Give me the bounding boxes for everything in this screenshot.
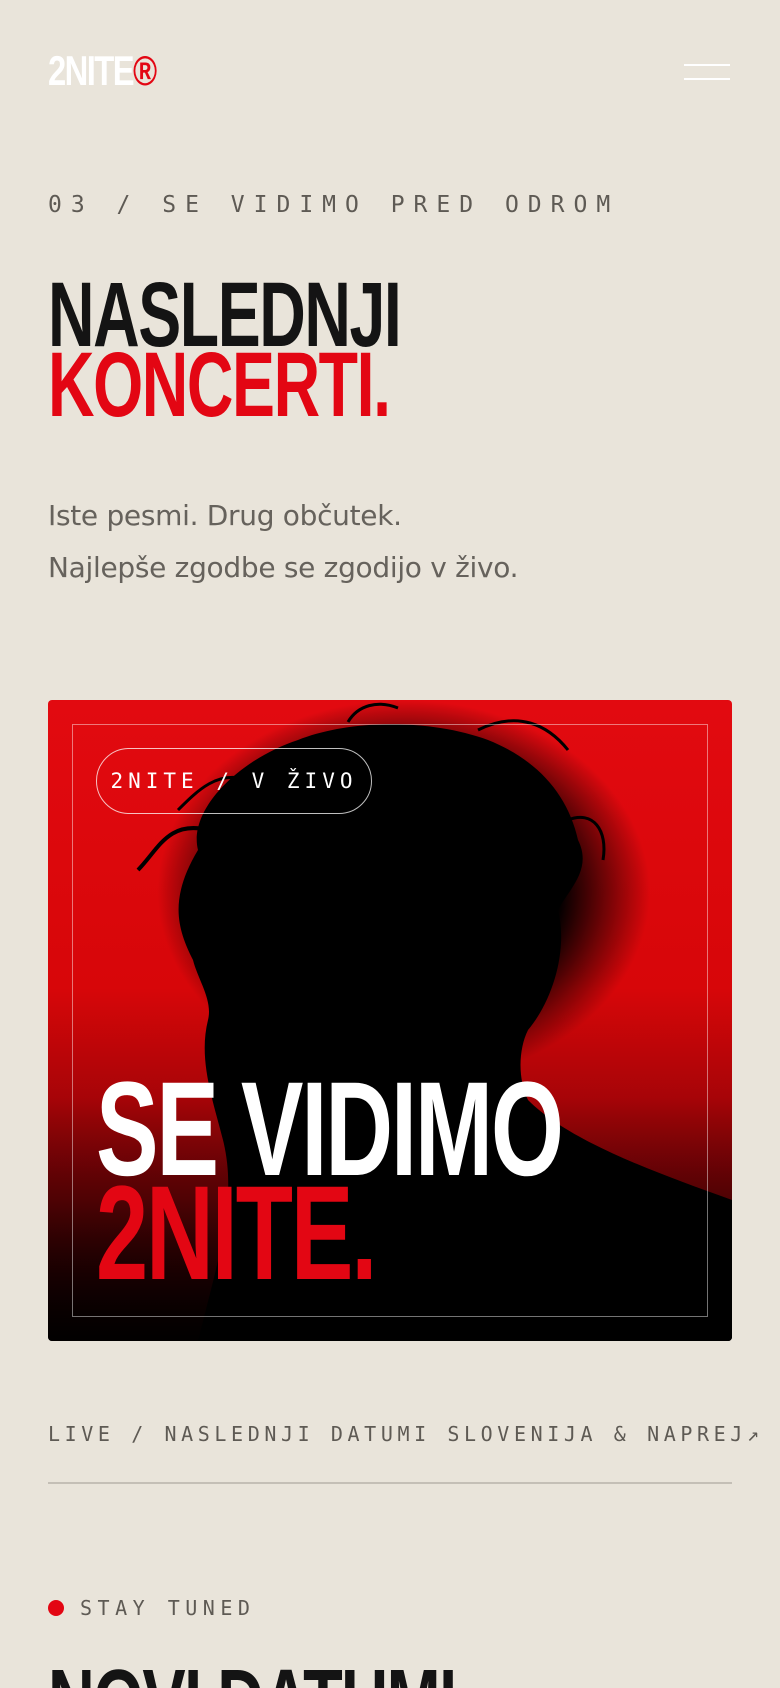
logo-registered-mark: ®	[133, 47, 157, 94]
card-title: SE VIDIMO 2NITE.	[96, 1063, 564, 1301]
live-dot-icon	[48, 1600, 64, 1616]
logo[interactable]: 2NITE®	[48, 47, 157, 94]
card-tag-pill: 2NITE / V ŽIVO	[96, 748, 372, 814]
page: 2NITE® 03 / SE VIDIMO PRED ODROM NASLEDN…	[0, 0, 780, 1688]
live-dates-link[interactable]: LIVE / NASLEDNJI DATUMI SLOVENIJA & NAPR…	[48, 1422, 759, 1446]
section-eyebrow: 03 / SE VIDIMO PRED ODROM	[48, 192, 620, 218]
next-section-title: NOVI DATUMI	[48, 1657, 457, 1688]
section-lead: Iste pesmi. Drug občutek. Najlepše zgodb…	[48, 490, 519, 594]
menu-bar-top	[684, 64, 730, 66]
live-dates-label: LIVE / NASLEDNJI DATUMI SLOVENIJA & NAPR…	[48, 1422, 747, 1446]
stay-tuned-text: STAY TUNED	[80, 1596, 256, 1620]
headline-line-2: KONCERTI.	[48, 334, 391, 436]
menu-bar-bottom	[684, 78, 730, 80]
stay-tuned-label: STAY TUNED	[48, 1596, 255, 1620]
hero-card[interactable]: 2NITE / V ŽIVO SE VIDIMO 2NITE.	[48, 700, 732, 1341]
lead-line-1: Iste pesmi. Drug občutek.	[48, 499, 402, 532]
arrow-up-right-icon: ↗	[746, 1422, 759, 1446]
divider	[48, 1482, 732, 1484]
section-headline: NASLEDNJI KONCERTI.	[48, 269, 402, 436]
hamburger-menu-icon[interactable]	[682, 58, 732, 86]
lead-line-2: Najlepše zgodbe se zgodijo v živo.	[48, 551, 519, 584]
logo-text: 2NITE	[48, 47, 135, 94]
